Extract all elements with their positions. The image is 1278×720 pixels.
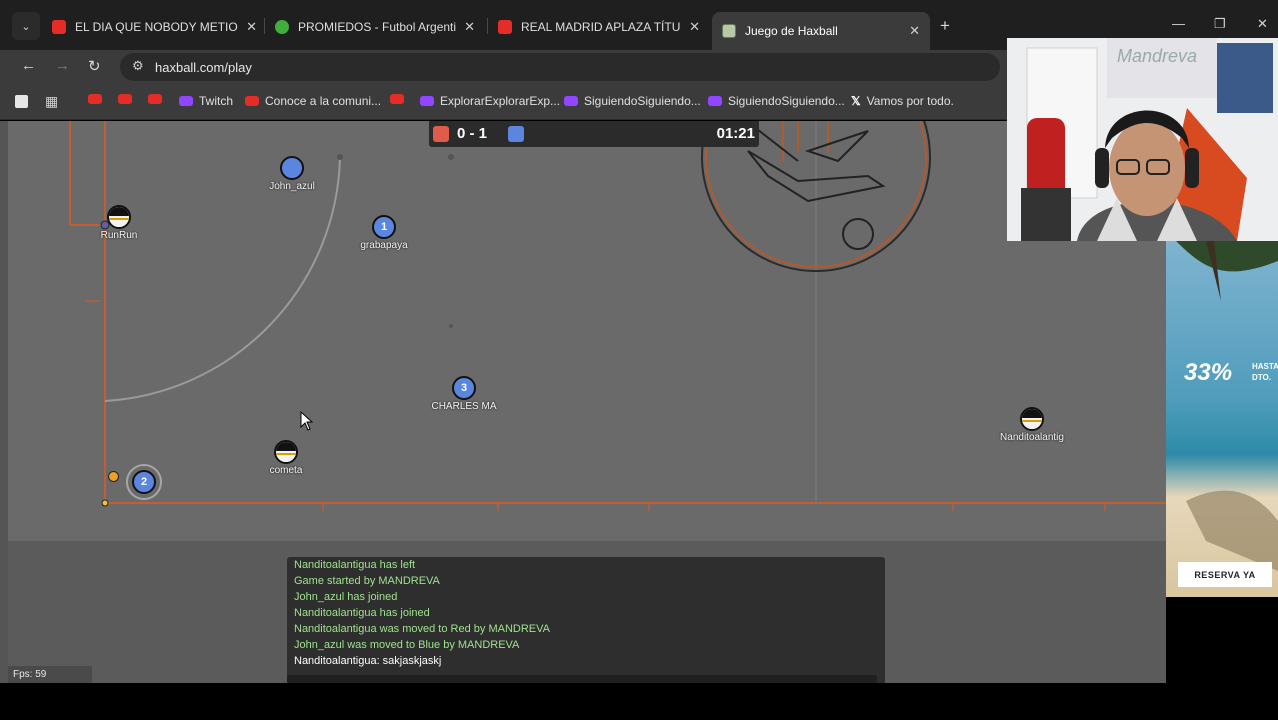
ad-discount: 33% (1184, 359, 1233, 386)
tab-haxball[interactable]: Juego de Haxball ✕ (712, 12, 930, 50)
tab-label: PROMIEDOS - Futbol Argentino (298, 19, 457, 34)
tab-search-button[interactable]: ⌄ (12, 12, 40, 40)
player-grabapaya: 1 (372, 215, 396, 239)
bookmark-label: Vamos por todo. (866, 94, 954, 108)
close-window-icon[interactable]: ✕ (1257, 16, 1268, 32)
ad-subtext: HASTA DTO. (1252, 362, 1278, 382)
tab-label: Juego de Haxball (745, 24, 838, 38)
bookmark-youtube-1[interactable] (88, 94, 108, 104)
reload-icon[interactable]: ↻ (88, 57, 101, 75)
player-name: grabapaya (360, 240, 408, 251)
bookmark-siguiendo-1[interactable]: SiguiendoSiguiendo... (564, 94, 701, 108)
youtube-icon (52, 19, 66, 34)
close-icon[interactable]: ✕ (909, 23, 920, 39)
bookmark-explorar[interactable]: ExplorarExplorarExp... (420, 94, 560, 108)
tab-youtube-nobody[interactable]: EL DIA QUE NOBODY METIO ✕ (52, 13, 257, 40)
reserve-button[interactable]: RESERVA YA (1178, 562, 1272, 587)
square-icon[interactable] (15, 95, 28, 108)
site-settings-icon[interactable]: ⚙ (132, 58, 144, 74)
bookmark-conoce[interactable]: Conoce a la comuni... (245, 94, 381, 108)
player-name: cometa (269, 465, 303, 476)
player-nanditoalantigua (1020, 407, 1044, 431)
channel-logo: Mandreva (1117, 46, 1198, 66)
bookmark-label: Twitch (199, 94, 234, 108)
youtube-icon (88, 94, 102, 104)
bookmark-label: ExplorarExplorarExp... (440, 94, 561, 108)
player-name: John_azul (269, 181, 315, 192)
player-runrun (107, 205, 131, 229)
game-field[interactable]: John_azul 1 grabapaya 3 CHARLES MA 2 Run… (8, 121, 1166, 541)
match-timer: 01:21 (716, 125, 755, 142)
player-cometa (274, 440, 298, 464)
ball (108, 471, 119, 482)
back-arrow-icon[interactable]: ← (21, 57, 36, 74)
chat-message: Nanditoalantigua has left (294, 559, 416, 571)
fps-counter: Fps: 59 (8, 666, 92, 683)
chat-message: John_azul has joined (294, 591, 398, 603)
bookmark-twitch[interactable]: Twitch (179, 94, 233, 108)
field-lines (69, 121, 1166, 511)
bookmark-youtube-2[interactable] (118, 94, 138, 104)
bookmark-x[interactable]: 𝕏 Vamos por todo. (851, 94, 954, 108)
chat-input[interactable] (287, 675, 877, 683)
letterbox-bar (0, 683, 1278, 720)
twitch-icon (179, 96, 193, 106)
mouse-cursor-icon (300, 411, 314, 431)
score: 0 - 1 (457, 125, 488, 142)
tab-label: EL DIA QUE NOBODY METIO (75, 19, 238, 34)
bookmark-siguiendo-2[interactable]: SiguiendoSiguiendo... (708, 94, 845, 108)
minimize-icon[interactable]: — (1172, 16, 1185, 31)
scoreboard: 0 - 1 01:21 (429, 121, 759, 147)
player-name: RunRun (100, 230, 138, 241)
bookmark-youtube-4[interactable] (390, 94, 410, 104)
chat-message: Nanditoalantigua: sakjaskjaskj (294, 655, 442, 667)
url-text[interactable]: haxball.com/play (155, 60, 252, 75)
chat-message: John_azul was moved to Blue by MANDREVA (294, 639, 520, 651)
forward-arrow-icon[interactable]: → (55, 57, 70, 74)
youtube-icon (148, 94, 162, 104)
travel-ad[interactable]: 33% HASTA DTO. RESERVA YA (1166, 241, 1278, 597)
player-2: 2 (132, 470, 156, 494)
close-icon[interactable]: ✕ (464, 19, 475, 35)
twitch-icon (420, 96, 434, 106)
player-john-azul (280, 156, 304, 180)
close-icon[interactable]: ✕ (689, 19, 700, 35)
webcam-image (1007, 38, 1278, 241)
apps-grid-icon[interactable]: ▦ (45, 93, 58, 110)
haxball-icon (722, 24, 736, 38)
player-name: Nanditoalantig (1000, 432, 1064, 443)
haxball-game[interactable]: John_azul 1 grabapaya 3 CHARLES MA 2 Run… (0, 121, 1166, 683)
chevron-down-icon: ⌄ (21, 20, 31, 33)
tab-label: REAL MADRID APLAZA TÍTULO (521, 19, 682, 34)
bookmark-label: SiguiendoSiguiendo... (728, 94, 845, 108)
youtube-icon (498, 19, 512, 34)
youtube-icon (390, 94, 404, 104)
promiedos-icon (275, 19, 289, 34)
tab-promiedos[interactable]: PROMIEDOS - Futbol Argentino ✕ (275, 13, 475, 40)
chat-message: Nanditoalantigua was moved to Red by MAN… (294, 623, 550, 635)
bookmark-label: SiguiendoSiguiendo... (584, 94, 701, 108)
new-tab-button[interactable]: + (940, 16, 950, 36)
tab-real-madrid[interactable]: REAL MADRID APLAZA TÍTULO ✕ (498, 13, 700, 40)
beach-image (1166, 241, 1278, 597)
blue-team-icon (508, 126, 524, 142)
restore-icon[interactable]: ❐ (1214, 16, 1226, 32)
close-icon[interactable]: ✕ (246, 19, 257, 35)
youtube-icon (118, 94, 132, 104)
player-charles: 3 (452, 376, 476, 400)
bookmark-youtube-3[interactable] (148, 94, 168, 104)
twitch-icon (564, 96, 578, 106)
youtube-icon (245, 96, 259, 106)
chat-message: Game started by MANDREVA (294, 575, 440, 587)
chat-box[interactable]: Nanditoalantigua has left Game started b… (287, 557, 885, 683)
red-team-icon (433, 126, 449, 142)
player-name: CHARLES MA (431, 401, 497, 412)
x-logo-icon: 𝕏 (851, 94, 861, 108)
address-bar[interactable]: ⚙ haxball.com/play (120, 53, 1000, 81)
streamer-webcam: Mandreva (1007, 38, 1278, 241)
twitch-icon (708, 96, 722, 106)
chat-message: Nanditoalantigua has joined (294, 607, 430, 619)
bookmark-label: Conoce a la comuni... (265, 94, 382, 108)
